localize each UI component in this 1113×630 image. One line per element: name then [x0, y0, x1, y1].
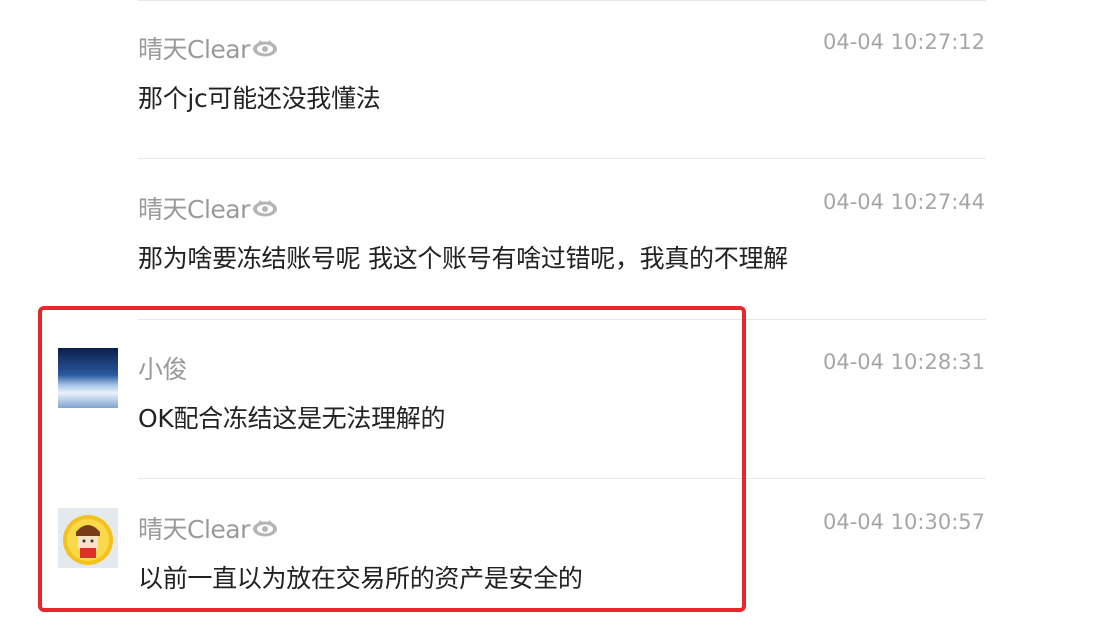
comment-text: 那为啥要冻结账号呢 我这个账号有啥过错呢，我真的不理解 — [138, 244, 788, 273]
username[interactable]: 晴天Clear — [138, 190, 278, 226]
comment-item[interactable]: 晴天Clear 04-04 10:27:12 那个jc可能还没我懂法 — [0, 0, 1113, 150]
verified-eye-icon — [252, 35, 278, 64]
timestamp: 04-04 10:30:57 — [822, 510, 985, 534]
verified-eye-icon — [252, 195, 278, 224]
divider — [138, 158, 986, 159]
timestamp: 04-04 10:28:31 — [822, 350, 985, 374]
timestamp: 04-04 10:27:44 — [822, 190, 985, 214]
comment-thread: 晴天Clear 04-04 10:27:12 那个jc可能还没我懂法 晴天Cle… — [0, 0, 1113, 626]
username-text[interactable]: 晴天Clear — [138, 195, 250, 224]
highlight-box — [38, 306, 746, 612]
comment-item[interactable]: 晴天Clear 04-04 10:27:44 那为啥要冻结账号呢 我这个账号有啥… — [0, 160, 1113, 310]
comment-text: 那个jc可能还没我懂法 — [138, 84, 381, 113]
username-text[interactable]: 晴天Clear — [138, 35, 250, 64]
username[interactable]: 晴天Clear — [138, 30, 278, 66]
timestamp: 04-04 10:27:12 — [822, 30, 985, 54]
